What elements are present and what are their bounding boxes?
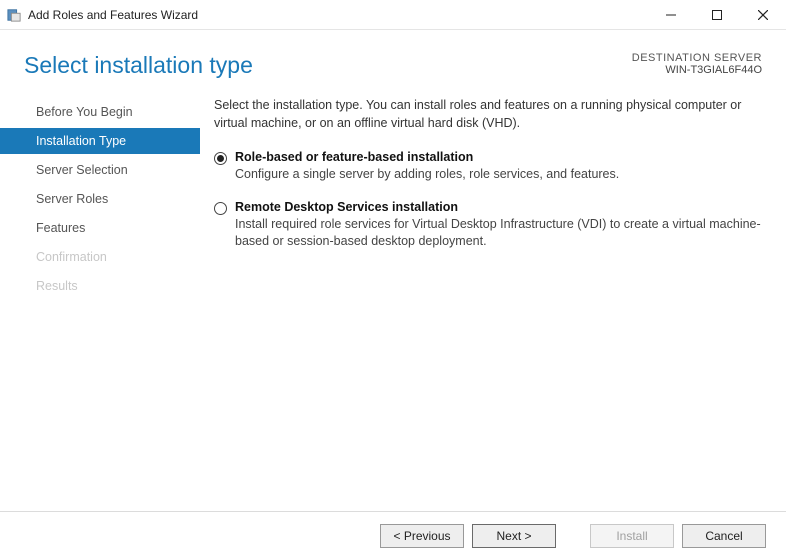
next-button[interactable]: Next >: [472, 524, 556, 548]
option-role-based[interactable]: Role-based or feature-based installation…: [214, 150, 762, 184]
previous-button[interactable]: < Previous: [380, 524, 464, 548]
close-button[interactable]: [740, 0, 786, 29]
page-title: Select installation type: [24, 52, 632, 79]
option-title: Remote Desktop Services installation: [235, 200, 762, 214]
option-text: Remote Desktop Services installation Ins…: [235, 200, 762, 251]
sidebar-item-server-roles[interactable]: Server Roles: [0, 186, 200, 212]
destination-label: DESTINATION SERVER: [632, 52, 762, 64]
cancel-button[interactable]: Cancel: [682, 524, 766, 548]
sidebar-item-server-selection[interactable]: Server Selection: [0, 157, 200, 183]
sidebar: Before You Begin Installation Type Serve…: [0, 97, 200, 499]
install-button: Install: [590, 524, 674, 548]
maximize-button[interactable]: [694, 0, 740, 29]
sidebar-item-results: Results: [0, 273, 200, 299]
destination-server: WIN-T3GIAL6F44O: [632, 64, 762, 76]
intro-text: Select the installation type. You can in…: [214, 97, 762, 132]
radio-remote-desktop[interactable]: [214, 202, 227, 215]
window-controls: [648, 0, 786, 29]
option-desc: Configure a single server by adding role…: [235, 166, 619, 184]
window-title: Add Roles and Features Wizard: [28, 8, 648, 22]
destination-block: DESTINATION SERVER WIN-T3GIAL6F44O: [632, 52, 762, 76]
content: Select the installation type. You can in…: [200, 97, 786, 499]
footer: < Previous Next > Install Cancel: [0, 511, 786, 559]
body: Before You Begin Installation Type Serve…: [0, 79, 786, 499]
option-text: Role-based or feature-based installation…: [235, 150, 619, 184]
minimize-button[interactable]: [648, 0, 694, 29]
header: Select installation type DESTINATION SER…: [0, 30, 786, 79]
app-icon: [6, 7, 22, 23]
sidebar-item-installation-type[interactable]: Installation Type: [0, 128, 200, 154]
titlebar: Add Roles and Features Wizard: [0, 0, 786, 30]
radio-role-based[interactable]: [214, 152, 227, 165]
option-remote-desktop[interactable]: Remote Desktop Services installation Ins…: [214, 200, 762, 251]
option-desc: Install required role services for Virtu…: [235, 216, 762, 251]
sidebar-item-features[interactable]: Features: [0, 215, 200, 241]
sidebar-item-confirmation: Confirmation: [0, 244, 200, 270]
sidebar-item-before-you-begin[interactable]: Before You Begin: [0, 99, 200, 125]
option-title: Role-based or feature-based installation: [235, 150, 619, 164]
